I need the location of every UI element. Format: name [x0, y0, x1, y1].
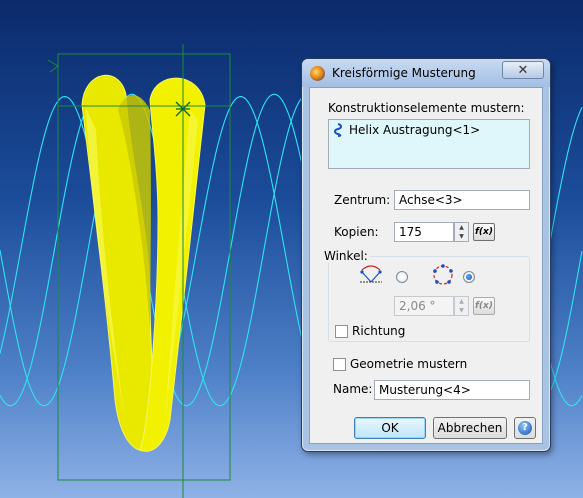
dialog-title: Kreisförmige Musterung [332, 66, 476, 80]
center-label: Zentrum: [334, 193, 391, 207]
pattern-geometry-label: Geometrie mustern [350, 357, 468, 371]
circular-pattern-dialog: Kreisförmige Musterung ✕ Konstruktionsel… [301, 58, 551, 452]
angle-stepper[interactable]: ▲ ▼ [454, 296, 469, 316]
helix-sweep-surface [81, 74, 206, 452]
app-logo-icon [310, 66, 325, 81]
help-button[interactable]: ? [514, 417, 536, 439]
dialog-body: Konstruktionselemente mustern: Helix Aus… [309, 87, 543, 444]
full-circle-distribution-icon [433, 264, 453, 285]
direction-checkbox[interactable] [335, 325, 348, 338]
direction-label: Richtung [352, 324, 406, 338]
angle-between-copies-icon [360, 265, 382, 283]
copies-formula-button[interactable]: f(x) [473, 223, 495, 241]
chevron-up-icon[interactable]: ▲ [455, 297, 468, 306]
list-item-label: Helix Austragung<1> [349, 123, 481, 137]
copies-stepper[interactable]: ▲ ▼ [454, 222, 469, 242]
angle-field[interactable]: 2,06 ° [394, 296, 454, 316]
pattern-geometry-checkbox[interactable] [333, 358, 346, 371]
formula-icon: f(x) [475, 301, 493, 311]
chevron-up-icon[interactable]: ▲ [455, 223, 468, 232]
helix-icon [334, 123, 342, 137]
angle-formula-button[interactable]: f(x) [473, 297, 495, 315]
copies-label: Kopien: [334, 225, 379, 239]
dialog-titlebar[interactable]: Kreisförmige Musterung ✕ [302, 59, 550, 87]
close-icon: ✕ [517, 63, 529, 78]
name-field[interactable]: Musterung<4> [374, 380, 530, 400]
center-field[interactable]: Achse<3> [394, 190, 530, 210]
angle-group-label: Winkel: [322, 249, 370, 263]
angle-mode-increment-radio[interactable] [396, 271, 408, 283]
chevron-down-icon[interactable]: ▼ [455, 306, 468, 315]
ok-button[interactable]: OK [354, 417, 426, 439]
copies-field[interactable]: 175 [394, 222, 454, 242]
chevron-down-icon[interactable]: ▼ [455, 232, 468, 241]
close-button[interactable]: ✕ [502, 61, 544, 79]
elements-label: Konstruktionselemente mustern: [328, 101, 525, 115]
help-icon: ? [518, 421, 532, 435]
elements-list[interactable]: Helix Austragung<1> [328, 119, 530, 169]
cancel-button[interactable]: Abbrechen [433, 417, 507, 439]
angle-mode-full-circle-radio[interactable] [463, 271, 475, 283]
formula-icon: f(x) [475, 227, 493, 237]
name-label: Name: [333, 382, 373, 396]
